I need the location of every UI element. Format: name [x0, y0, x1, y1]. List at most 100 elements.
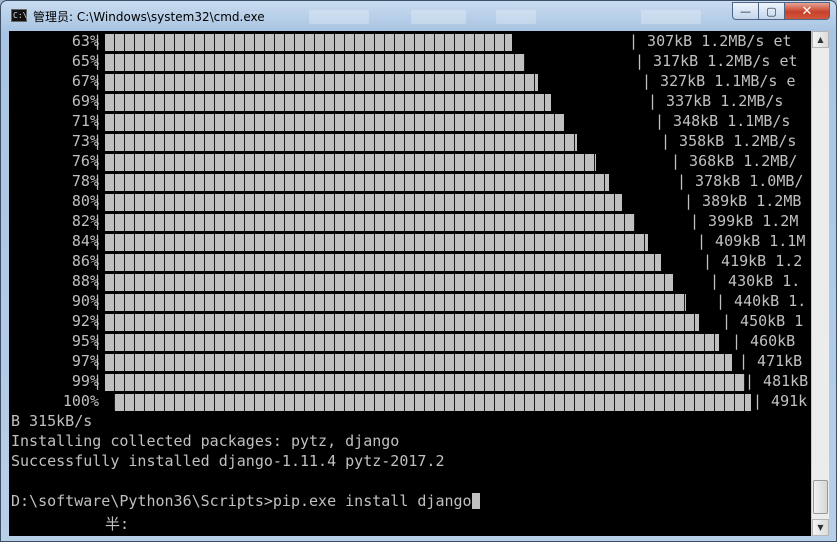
progress-bar-fill — [105, 274, 673, 291]
progress-bar-start: | — [93, 332, 103, 350]
progress-percent: 99% — [71, 372, 99, 390]
progress-percent: 92% — [71, 312, 99, 330]
progress-rate: | 471kB — [739, 352, 803, 370]
wrap-line: B 315kB/s — [11, 412, 93, 430]
success-line: Successfully installed django-1.11.4 pyt… — [11, 452, 445, 470]
progress-bar-start: | — [93, 232, 103, 250]
progress-rate: | 337kB 1.2MB/s — [648, 92, 784, 110]
arrow-up-icon: ▲ — [817, 35, 824, 44]
progress-bar-start: | — [93, 32, 103, 50]
progress-percent: 78% — [71, 172, 99, 190]
progress-bar-fill — [105, 174, 609, 191]
progress-bar-start: | — [93, 72, 103, 90]
progress-bar-start: | — [93, 292, 103, 310]
progress-bar-fill — [105, 354, 732, 371]
scrollbar-thumb[interactable] — [813, 480, 828, 514]
minimize-button[interactable]: — — [732, 2, 759, 20]
progress-rate: | 450kB 1 — [722, 312, 804, 330]
progress-bar-fill — [105, 54, 525, 71]
progress-percent: 90% — [71, 292, 99, 310]
progress-percent: 88% — [71, 272, 99, 290]
progress-rate: | 348kB 1.1MB/s — [655, 112, 791, 130]
progress-bar-start: | — [93, 372, 103, 390]
console-output[interactable]: 63% | | 307kB 1.2MB/s et 65% | | 317kB 1.2MB/… — [9, 31, 811, 536]
progress-bar-start: | — [93, 212, 103, 230]
vertical-scrollbar[interactable]: ▲ ▼ — [812, 31, 829, 536]
progress-bar-start: | — [93, 132, 103, 150]
close-icon: ✕ — [801, 3, 813, 19]
progress-bar-fill — [105, 314, 699, 331]
progress-bar-start: | — [93, 92, 103, 110]
progress-percent: 63% — [71, 32, 99, 50]
progress-rate: | 378kB 1.0MB/ — [677, 172, 804, 190]
progress-bar-fill — [105, 194, 622, 211]
progress-bar-fill — [105, 94, 551, 111]
progress-percent: 71% — [71, 112, 99, 130]
progress-bar-start: | — [93, 352, 103, 370]
background-tab-ghost — [496, 10, 536, 24]
scroll-up-button[interactable]: ▲ — [812, 31, 829, 48]
progress-bar-start: | — [93, 112, 103, 130]
background-tab-ghost — [411, 10, 466, 24]
maximize-button[interactable]: ▢ — [759, 2, 785, 20]
progress-percent: 69% — [71, 92, 99, 110]
minimize-icon: — — [740, 4, 751, 18]
installing-line: Installing collected packages: pytz, dja… — [11, 432, 400, 450]
progress-percent: 67% — [71, 72, 99, 90]
progress-rate: | 327kB 1.1MB/s e — [642, 72, 796, 90]
progress-rate: | 389kB 1.2MB — [684, 192, 802, 210]
progress-bar-start: | — [93, 272, 103, 290]
progress-percent: 84% — [71, 232, 99, 250]
progress-bar-start: | — [93, 192, 103, 210]
scroll-down-button[interactable]: ▼ — [812, 519, 829, 536]
progress-percent: 100% — [62, 392, 99, 410]
progress-percent: 76% — [71, 152, 99, 170]
progress-bar-fill — [105, 74, 538, 91]
ime-status-indicator: 半: — [105, 515, 130, 533]
progress-rate: | 440kB 1. — [716, 292, 807, 310]
progress-rate: | 460kB — [732, 332, 796, 350]
progress-rate: | 358kB 1.2MB/s — [661, 132, 797, 150]
progress-rate: | 481kB — [745, 372, 809, 390]
progress-bar-fill — [105, 374, 745, 391]
progress-bar-start: | — [93, 312, 103, 330]
progress-bar-fill — [115, 394, 751, 411]
progress-percent: 80% — [71, 192, 99, 210]
title-bar[interactable]: C:\ 管理员: C:\Windows\system32\cmd.exe — ▢… — [1, 1, 836, 31]
progress-bar-fill — [105, 114, 564, 131]
progress-bar-fill — [105, 134, 577, 151]
progress-bar-start: | — [93, 152, 103, 170]
command-prompt-line[interactable]: D:\software\Python36\Scripts>pip.exe ins… — [11, 491, 480, 511]
prompt-text: D:\software\Python36\Scripts>pip.exe ins… — [11, 492, 472, 510]
progress-bar-fill — [105, 254, 661, 271]
progress-percent: 97% — [71, 352, 99, 370]
progress-rate: | 317kB 1.2MB/s et — [635, 52, 798, 70]
progress-rate: | 409kB 1.1M — [697, 232, 806, 250]
cmd-window: C:\ 管理员: C:\Windows\system32\cmd.exe — ▢… — [0, 0, 837, 542]
progress-bar-start: | — [93, 52, 103, 70]
progress-rate: | 491k — [753, 392, 808, 410]
progress-percent: 82% — [71, 212, 99, 230]
close-button[interactable]: ✕ — [785, 2, 830, 20]
progress-percent: 65% — [71, 52, 99, 70]
background-tab-ghost — [309, 10, 369, 24]
arrow-down-icon: ▼ — [817, 523, 824, 532]
progress-rate: | 430kB 1. — [710, 272, 801, 290]
progress-rate: | 419kB 1.2 — [703, 252, 803, 270]
progress-bar-fill — [105, 34, 512, 51]
window-title: 管理员: C:\Windows\system32\cmd.exe — [33, 10, 265, 24]
text-cursor — [471, 493, 480, 509]
progress-rate: | 307kB 1.2MB/s et — [629, 32, 792, 50]
progress-bar-fill — [105, 234, 648, 251]
cmd-app-icon[interactable]: C:\ — [11, 9, 27, 22]
progress-bar-start: | — [93, 172, 103, 190]
progress-rate: | 368kB 1.2MB/ — [671, 152, 798, 170]
progress-percent: 95% — [71, 332, 99, 350]
progress-bar-fill — [105, 334, 719, 351]
progress-bar-start: | — [93, 252, 103, 270]
progress-bar-fill — [105, 294, 686, 311]
progress-bar-fill — [105, 154, 596, 171]
progress-percent: 86% — [71, 252, 99, 270]
maximize-icon: ▢ — [766, 4, 777, 18]
window-controls: — ▢ ✕ — [732, 2, 830, 21]
